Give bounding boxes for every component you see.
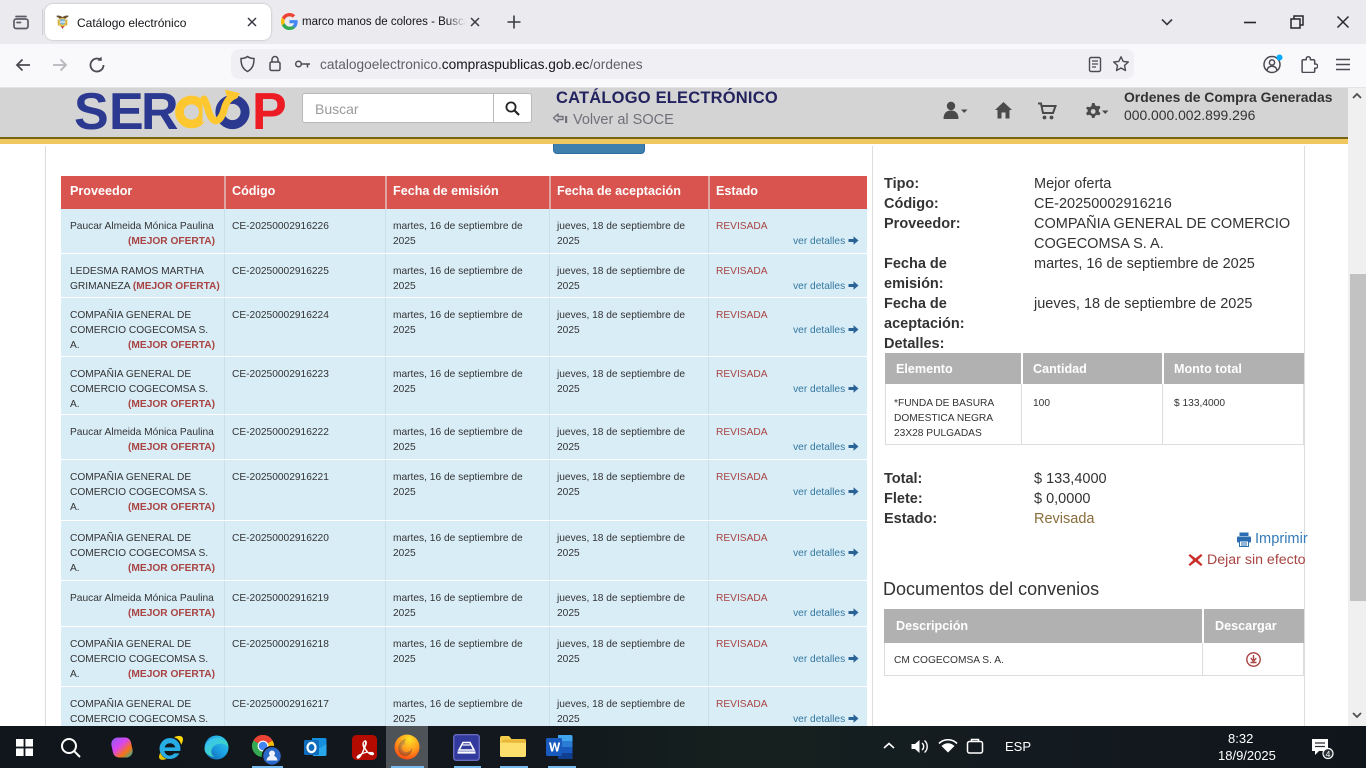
svg-text:S: S: [74, 88, 109, 134]
svg-text:P: P: [252, 88, 287, 134]
svg-text:4: 4: [1326, 749, 1331, 759]
svg-text:E: E: [109, 88, 144, 134]
svg-text:R: R: [141, 88, 179, 134]
